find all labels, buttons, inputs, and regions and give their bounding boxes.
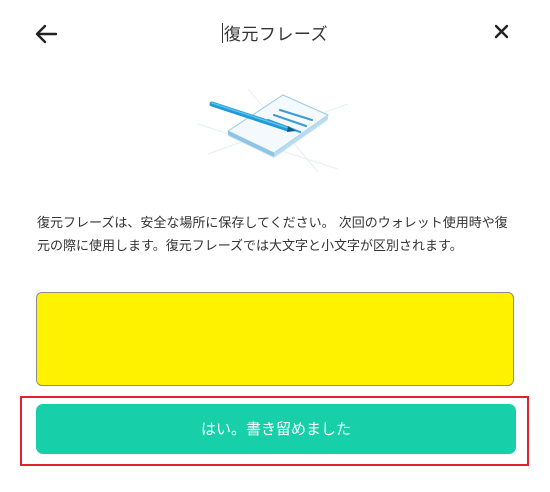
close-icon [494, 24, 509, 39]
description-text: 復元フレーズは、安全な場所に保存してください。 次回のウォレット使用時や復元の際… [37, 216, 508, 254]
notepad-with-pen-icon [197, 88, 349, 173]
page-title-text: 復元フレーズ [223, 25, 329, 45]
illustration [188, 84, 358, 174]
recovery-phrase-box [36, 292, 514, 386]
recovery-phrase-screen: 復元フレーズ 復元フレーズは、安全な場所に保存してください。 次回のウォレット使… [0, 0, 550, 492]
page-title: 復元フレーズ [0, 20, 550, 45]
confirm-written-down-button[interactable]: はい。書き留めました [36, 404, 516, 454]
header: 復元フレーズ [0, 0, 550, 64]
close-button[interactable] [488, 18, 516, 46]
text-caret [221, 23, 223, 43]
